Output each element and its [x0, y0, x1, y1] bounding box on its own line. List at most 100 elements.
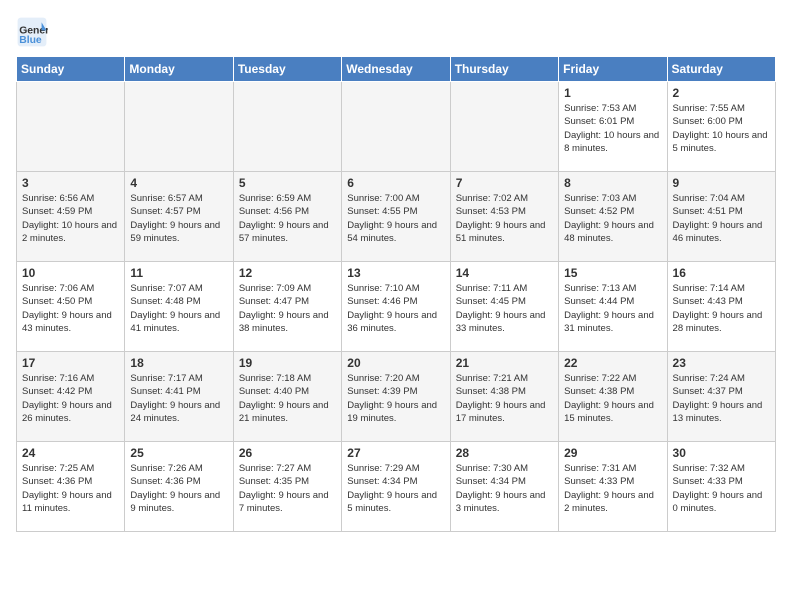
day-info: Sunrise: 7:30 AM Sunset: 4:34 PM Dayligh… — [456, 462, 553, 515]
day-info: Sunrise: 7:29 AM Sunset: 4:34 PM Dayligh… — [347, 462, 444, 515]
calendar-cell — [342, 82, 450, 172]
day-number: 16 — [673, 266, 770, 280]
day-number: 26 — [239, 446, 336, 460]
day-number: 10 — [22, 266, 119, 280]
day-info: Sunrise: 7:14 AM Sunset: 4:43 PM Dayligh… — [673, 282, 770, 335]
calendar-cell: 14 Sunrise: 7:11 AM Sunset: 4:45 PM Dayli… — [450, 262, 558, 352]
day-info: Sunrise: 7:07 AM Sunset: 4:48 PM Dayligh… — [130, 282, 227, 335]
day-number: 25 — [130, 446, 227, 460]
day-number: 7 — [456, 176, 553, 190]
day-info: Sunrise: 7:00 AM Sunset: 4:55 PM Dayligh… — [347, 192, 444, 245]
calendar-table: SundayMondayTuesdayWednesdayThursdayFrid… — [16, 56, 776, 532]
day-number: 1 — [564, 86, 661, 100]
day-info: Sunrise: 7:11 AM Sunset: 4:45 PM Dayligh… — [456, 282, 553, 335]
calendar-cell: 27 Sunrise: 7:29 AM Sunset: 4:34 PM Dayli… — [342, 442, 450, 532]
day-number: 8 — [564, 176, 661, 190]
calendar-cell — [450, 82, 558, 172]
calendar-cell: 20 Sunrise: 7:20 AM Sunset: 4:39 PM Dayli… — [342, 352, 450, 442]
day-info: Sunrise: 7:04 AM Sunset: 4:51 PM Dayligh… — [673, 192, 770, 245]
day-number: 18 — [130, 356, 227, 370]
day-number: 23 — [673, 356, 770, 370]
day-number: 5 — [239, 176, 336, 190]
logo-icon: General Blue — [16, 16, 48, 48]
day-number: 6 — [347, 176, 444, 190]
calendar-cell: 16 Sunrise: 7:14 AM Sunset: 4:43 PM Dayli… — [667, 262, 775, 352]
day-info: Sunrise: 7:25 AM Sunset: 4:36 PM Dayligh… — [22, 462, 119, 515]
calendar-cell: 9 Sunrise: 7:04 AM Sunset: 4:51 PM Daylig… — [667, 172, 775, 262]
day-info: Sunrise: 7:32 AM Sunset: 4:33 PM Dayligh… — [673, 462, 770, 515]
day-number: 4 — [130, 176, 227, 190]
day-info: Sunrise: 7:55 AM Sunset: 6:00 PM Dayligh… — [673, 102, 770, 155]
weekday-header: Thursday — [450, 57, 558, 82]
day-info: Sunrise: 7:22 AM Sunset: 4:38 PM Dayligh… — [564, 372, 661, 425]
calendar-cell — [125, 82, 233, 172]
day-number: 30 — [673, 446, 770, 460]
weekday-header: Wednesday — [342, 57, 450, 82]
day-info: Sunrise: 6:57 AM Sunset: 4:57 PM Dayligh… — [130, 192, 227, 245]
day-number: 21 — [456, 356, 553, 370]
day-info: Sunrise: 7:53 AM Sunset: 6:01 PM Dayligh… — [564, 102, 661, 155]
calendar-cell: 10 Sunrise: 7:06 AM Sunset: 4:50 PM Dayli… — [17, 262, 125, 352]
calendar-cell: 15 Sunrise: 7:13 AM Sunset: 4:44 PM Dayli… — [559, 262, 667, 352]
day-info: Sunrise: 6:56 AM Sunset: 4:59 PM Dayligh… — [22, 192, 119, 245]
calendar-cell: 30 Sunrise: 7:32 AM Sunset: 4:33 PM Dayli… — [667, 442, 775, 532]
day-info: Sunrise: 7:20 AM Sunset: 4:39 PM Dayligh… — [347, 372, 444, 425]
calendar-cell: 7 Sunrise: 7:02 AM Sunset: 4:53 PM Daylig… — [450, 172, 558, 262]
svg-text:Blue: Blue — [19, 35, 42, 46]
calendar-cell: 18 Sunrise: 7:17 AM Sunset: 4:41 PM Dayli… — [125, 352, 233, 442]
calendar-cell: 26 Sunrise: 7:27 AM Sunset: 4:35 PM Dayli… — [233, 442, 341, 532]
calendar-cell: 13Sunrise: 7:10 AM Sunset: 4:46 PM Dayli… — [342, 262, 450, 352]
day-number: 29 — [564, 446, 661, 460]
day-number: 15 — [564, 266, 661, 280]
day-number: 11 — [130, 266, 227, 280]
calendar-cell: 25Sunrise: 7:26 AM Sunset: 4:36 PM Dayli… — [125, 442, 233, 532]
day-info: Sunrise: 7:31 AM Sunset: 4:33 PM Dayligh… — [564, 462, 661, 515]
calendar-cell — [233, 82, 341, 172]
day-info: Sunrise: 7:16 AM Sunset: 4:42 PM Dayligh… — [22, 372, 119, 425]
day-number: 17 — [22, 356, 119, 370]
day-info: Sunrise: 7:10 AM Sunset: 4:46 PM Dayligh… — [347, 282, 444, 335]
calendar-cell: 12 Sunrise: 7:09 AM Sunset: 4:47 PM Dayli… — [233, 262, 341, 352]
day-number: 24 — [22, 446, 119, 460]
calendar-cell — [17, 82, 125, 172]
weekday-header: Monday — [125, 57, 233, 82]
calendar-cell: 22Sunrise: 7:22 AM Sunset: 4:38 PM Dayli… — [559, 352, 667, 442]
day-info: Sunrise: 7:06 AM Sunset: 4:50 PM Dayligh… — [22, 282, 119, 335]
day-number: 19 — [239, 356, 336, 370]
day-info: Sunrise: 7:03 AM Sunset: 4:52 PM Dayligh… — [564, 192, 661, 245]
logo: General Blue — [16, 16, 52, 48]
calendar-cell: 24 Sunrise: 7:25 AM Sunset: 4:36 PM Dayli… — [17, 442, 125, 532]
day-number: 3 — [22, 176, 119, 190]
day-info: Sunrise: 7:13 AM Sunset: 4:44 PM Dayligh… — [564, 282, 661, 335]
day-info: Sunrise: 7:24 AM Sunset: 4:37 PM Dayligh… — [673, 372, 770, 425]
day-number: 12 — [239, 266, 336, 280]
calendar-cell: 6 Sunrise: 7:00 AM Sunset: 4:55 PM Daylig… — [342, 172, 450, 262]
page-header: General Blue — [16, 16, 776, 48]
day-info: Sunrise: 7:09 AM Sunset: 4:47 PM Dayligh… — [239, 282, 336, 335]
day-number: 2 — [673, 86, 770, 100]
day-info: Sunrise: 7:27 AM Sunset: 4:35 PM Dayligh… — [239, 462, 336, 515]
day-info: Sunrise: 7:17 AM Sunset: 4:41 PM Dayligh… — [130, 372, 227, 425]
day-number: 20 — [347, 356, 444, 370]
calendar-cell: 1 Sunrise: 7:53 AM Sunset: 6:01 PM Daylig… — [559, 82, 667, 172]
day-number: 27 — [347, 446, 444, 460]
calendar-cell: 21 Sunrise: 7:21 AM Sunset: 4:38 PM Dayli… — [450, 352, 558, 442]
day-info: Sunrise: 6:59 AM Sunset: 4:56 PM Dayligh… — [239, 192, 336, 245]
calendar-cell: 11 Sunrise: 7:07 AM Sunset: 4:48 PM Dayli… — [125, 262, 233, 352]
calendar-cell: 17 Sunrise: 7:16 AM Sunset: 4:42 PM Dayli… — [17, 352, 125, 442]
weekday-header: Tuesday — [233, 57, 341, 82]
day-number: 14 — [456, 266, 553, 280]
calendar-cell: 29 Sunrise: 7:31 AM Sunset: 4:33 PM Dayli… — [559, 442, 667, 532]
weekday-header: Friday — [559, 57, 667, 82]
day-info: Sunrise: 7:02 AM Sunset: 4:53 PM Dayligh… — [456, 192, 553, 245]
calendar-cell: 4 Sunrise: 6:57 AM Sunset: 4:57 PM Daylig… — [125, 172, 233, 262]
calendar-cell: 8 Sunrise: 7:03 AM Sunset: 4:52 PM Daylig… — [559, 172, 667, 262]
day-info: Sunrise: 7:21 AM Sunset: 4:38 PM Dayligh… — [456, 372, 553, 425]
calendar-cell: 5 Sunrise: 6:59 AM Sunset: 4:56 PM Daylig… — [233, 172, 341, 262]
day-number: 9 — [673, 176, 770, 190]
day-number: 28 — [456, 446, 553, 460]
calendar-cell: 19Sunrise: 7:18 AM Sunset: 4:40 PM Dayli… — [233, 352, 341, 442]
calendar-cell: 28 Sunrise: 7:30 AM Sunset: 4:34 PM Dayli… — [450, 442, 558, 532]
calendar-cell: 2 Sunrise: 7:55 AM Sunset: 6:00 PM Daylig… — [667, 82, 775, 172]
calendar-cell: 3 Sunrise: 6:56 AM Sunset: 4:59 PM Daylig… — [17, 172, 125, 262]
